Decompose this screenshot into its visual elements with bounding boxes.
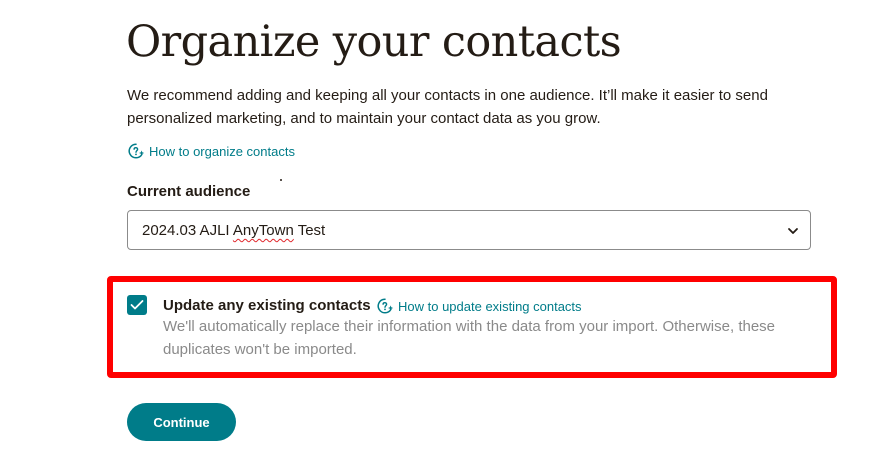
organize-contacts-help-label: How to organize contacts (149, 143, 295, 159)
current-audience-label: Current audience (127, 183, 251, 200)
update-contacts-help-label: How to update existing contacts (398, 298, 582, 314)
selected-audience-value: 2024.03 AJLI AnyTown Test (142, 222, 325, 240)
intro-text: We recommend adding and keeping all your… (127, 87, 768, 127)
organize-contacts-page: Organize your contacts We recommend addi… (0, 0, 884, 474)
help-sparkle-icon (376, 297, 394, 315)
spellcheck-flagged-word: AnyTown (232, 222, 294, 239)
chevron-down-icon (786, 224, 800, 238)
selected-audience-suffix: Test (293, 222, 326, 239)
help-sparkle-icon (127, 142, 145, 160)
current-audience-select[interactable]: 2024.03 AJLI AnyTown Test (127, 210, 811, 250)
selected-audience-prefix: 2024.03 AJLI (142, 222, 233, 239)
update-existing-contacts-checkbox[interactable] (127, 295, 147, 315)
page-title: Organize your contacts (126, 17, 622, 67)
update-existing-contacts-description: We'll automatically replace their inform… (163, 318, 776, 358)
continue-button[interactable]: Continue (127, 403, 236, 441)
organize-contacts-help-link[interactable]: How to organize contacts (127, 142, 295, 160)
update-existing-contacts-label[interactable]: Update any existing contacts (163, 297, 371, 315)
checkmark-icon (130, 300, 144, 310)
stray-dot (280, 179, 282, 181)
update-contacts-help-link[interactable]: How to update existing contacts (376, 297, 582, 315)
